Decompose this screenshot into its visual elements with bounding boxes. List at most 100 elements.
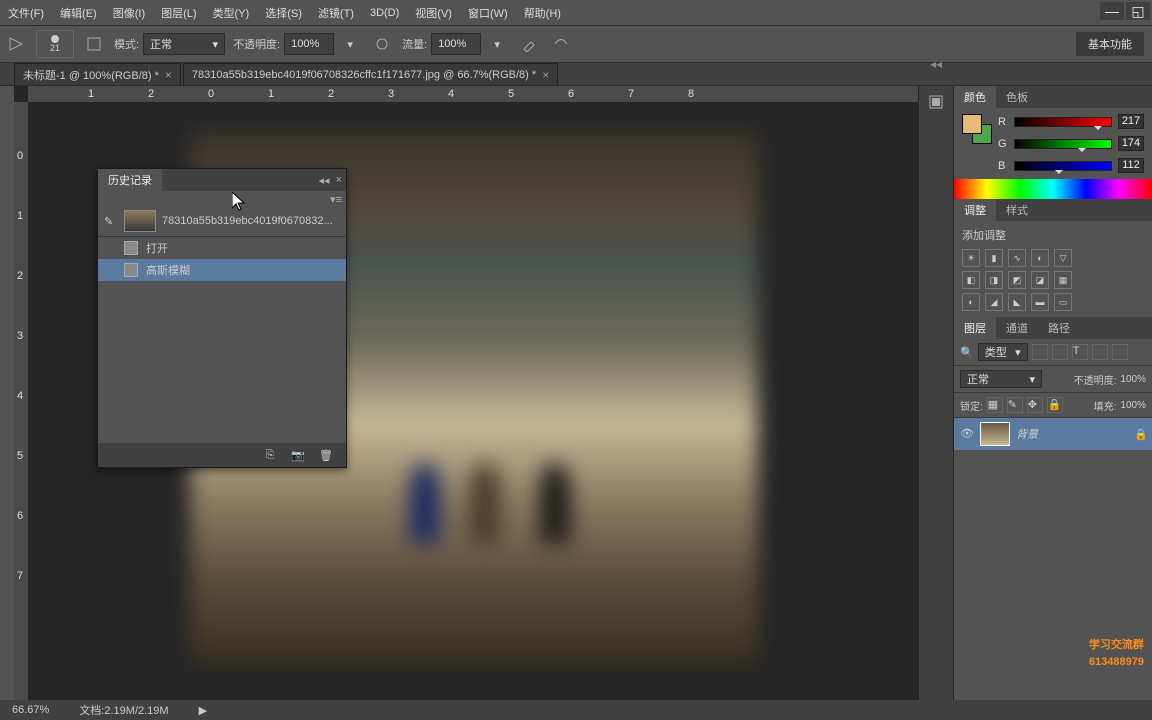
filter-adjust-icon[interactable]	[1052, 344, 1068, 360]
menu-type[interactable]: 类型(Y)	[213, 5, 250, 21]
history-panel[interactable]: 历史记录 ◂◂ × ▾≡ ✎ 78310a55b319ebc4019f06708…	[97, 168, 347, 468]
close-icon[interactable]: ×	[165, 68, 172, 82]
new-doc-from-state-icon[interactable]: ⎘	[262, 447, 278, 463]
fill-value[interactable]: 100%	[1120, 400, 1146, 411]
adjust-panel-tabs: 调整 样式	[954, 199, 1152, 221]
gradient-icon[interactable]: ▬	[1031, 293, 1049, 311]
filter-pixel-icon[interactable]	[1032, 344, 1048, 360]
search-icon[interactable]: 🔍	[960, 346, 974, 359]
bw-icon[interactable]: ◨	[985, 271, 1003, 289]
lock-all-icon[interactable]: 🔒	[1047, 397, 1063, 413]
tab-styles[interactable]: 样式	[996, 199, 1038, 221]
tab-history[interactable]: 历史记录	[98, 169, 162, 191]
invert-icon[interactable]: ◐	[962, 293, 980, 311]
status-arrow-icon[interactable]: ▶	[199, 704, 207, 717]
lock-transparent-icon[interactable]: ▦	[987, 397, 1003, 413]
filter-shape-icon[interactable]	[1092, 344, 1108, 360]
levels-icon[interactable]: ▮	[985, 249, 1003, 267]
layer-blend-dropdown[interactable]: 正常▾	[960, 370, 1042, 388]
panel-icon[interactable]	[922, 90, 950, 114]
brush-panel-toggle-icon[interactable]	[82, 33, 106, 55]
brightness-icon[interactable]: ☀	[962, 249, 980, 267]
posterize-icon[interactable]: ◢	[985, 293, 1003, 311]
vibrance-icon[interactable]: ▽	[1054, 249, 1072, 267]
foreground-color-icon[interactable]	[962, 114, 982, 134]
blend-mode-dropdown[interactable]: 正常▾	[143, 33, 225, 55]
hue-icon[interactable]: ◧	[962, 271, 980, 289]
lookup-icon[interactable]: ▦	[1054, 271, 1072, 289]
history-snapshot[interactable]: ✎ 78310a55b319ebc4019f0670832...	[98, 206, 346, 236]
filter-type-icon[interactable]: T	[1072, 344, 1088, 360]
channel-mixer-icon[interactable]: ◪	[1031, 271, 1049, 289]
minimize-button[interactable]: —	[1100, 2, 1124, 20]
source-icon[interactable]: ✎	[104, 215, 118, 228]
close-icon[interactable]: ×	[336, 174, 342, 187]
g-slider[interactable]	[1014, 139, 1112, 149]
menu-3d[interactable]: 3D(D)	[370, 7, 399, 19]
tab-layers[interactable]: 图层	[954, 317, 996, 339]
opacity-chevron-icon[interactable]: ▾	[338, 33, 362, 55]
opacity-input[interactable]: 100%	[284, 33, 334, 55]
visibility-icon[interactable]: 👁	[960, 427, 974, 441]
flow-chevron-icon[interactable]: ▾	[485, 33, 509, 55]
threshold-icon[interactable]: ◣	[1008, 293, 1026, 311]
airbrush-icon[interactable]	[517, 33, 541, 55]
menu-window[interactable]: 窗口(W)	[468, 5, 508, 21]
selective-icon[interactable]: ▭	[1054, 293, 1072, 311]
maximize-button[interactable]: ◱	[1126, 2, 1150, 20]
pressure-opacity-icon[interactable]	[370, 33, 394, 55]
brush-preset-picker[interactable]: 21	[36, 30, 74, 58]
b-value[interactable]: 112	[1118, 158, 1144, 173]
history-titlebar[interactable]: 历史记录 ◂◂ ×	[98, 169, 346, 191]
close-icon[interactable]: ×	[542, 68, 549, 82]
color-spectrum[interactable]	[954, 179, 1152, 199]
layer-filter-type[interactable]: 类型▾	[978, 343, 1028, 361]
tab-adjustments[interactable]: 调整	[954, 199, 996, 221]
tab-color[interactable]: 颜色	[954, 86, 996, 108]
layer-thumbnail[interactable]	[980, 422, 1010, 446]
delete-icon[interactable]: 🗑	[318, 447, 334, 463]
r-value[interactable]: 217	[1118, 114, 1144, 129]
panel-collapse-icon[interactable]: ◂◂	[930, 57, 942, 71]
menu-edit[interactable]: 编辑(E)	[60, 5, 97, 21]
opacity-label: 不透明度:	[233, 36, 280, 52]
workspace-switcher[interactable]: 基本功能	[1076, 32, 1144, 56]
exposure-icon[interactable]: ◐	[1031, 249, 1049, 267]
menu-select[interactable]: 选择(S)	[265, 5, 302, 21]
lock-position-icon[interactable]: ✥	[1027, 397, 1043, 413]
step-label: 高斯模糊	[146, 262, 190, 278]
history-item-open[interactable]: 打开	[98, 237, 346, 259]
menu-layer[interactable]: 图层(L)	[161, 5, 196, 21]
lock-pixels-icon[interactable]: ✎	[1007, 397, 1023, 413]
document-tab-2[interactable]: 78310a55b319ebc4019f06708326cffc1f171677…	[183, 63, 558, 85]
pressure-size-icon[interactable]	[549, 33, 573, 55]
tool-preset-icon[interactable]	[4, 33, 28, 55]
window-controls: — ◱	[1100, 2, 1150, 20]
doc-size[interactable]: 文档:2.19M/2.19M	[79, 702, 168, 718]
photo-filter-icon[interactable]: ◩	[1008, 271, 1026, 289]
menu-image[interactable]: 图像(I)	[113, 5, 145, 21]
layer-opacity-value[interactable]: 100%	[1120, 374, 1146, 385]
flow-input[interactable]: 100%	[431, 33, 481, 55]
collapse-icon[interactable]: ◂◂	[319, 174, 330, 187]
b-slider[interactable]	[1014, 161, 1112, 171]
r-slider[interactable]	[1014, 117, 1112, 127]
filter-smart-icon[interactable]	[1112, 344, 1128, 360]
history-item-gaussian-blur[interactable]: 高斯模糊	[98, 259, 346, 281]
g-value[interactable]: 174	[1118, 136, 1144, 151]
menu-bar: 文件(F) 编辑(E) 图像(I) 图层(L) 类型(Y) 选择(S) 滤镜(T…	[0, 0, 1152, 25]
layer-row-background[interactable]: 👁 背景 🔒	[954, 418, 1152, 450]
tab-swatches[interactable]: 色板	[996, 86, 1038, 108]
tab-channels[interactable]: 通道	[996, 317, 1038, 339]
menu-help[interactable]: 帮助(H)	[524, 5, 561, 21]
panel-menu-icon[interactable]: ▾≡	[330, 193, 342, 206]
curves-icon[interactable]: ∿	[1008, 249, 1026, 267]
menu-file[interactable]: 文件(F)	[8, 5, 44, 21]
document-tab-1[interactable]: 未标题-1 @ 100%(RGB/8) * ×	[14, 63, 181, 85]
menu-filter[interactable]: 滤镜(T)	[318, 5, 354, 21]
color-swatch[interactable]	[962, 114, 992, 144]
zoom-level[interactable]: 66.67%	[12, 704, 49, 716]
menu-view[interactable]: 视图(V)	[415, 5, 452, 21]
new-snapshot-icon[interactable]: 📷	[290, 447, 306, 463]
tab-paths[interactable]: 路径	[1038, 317, 1080, 339]
